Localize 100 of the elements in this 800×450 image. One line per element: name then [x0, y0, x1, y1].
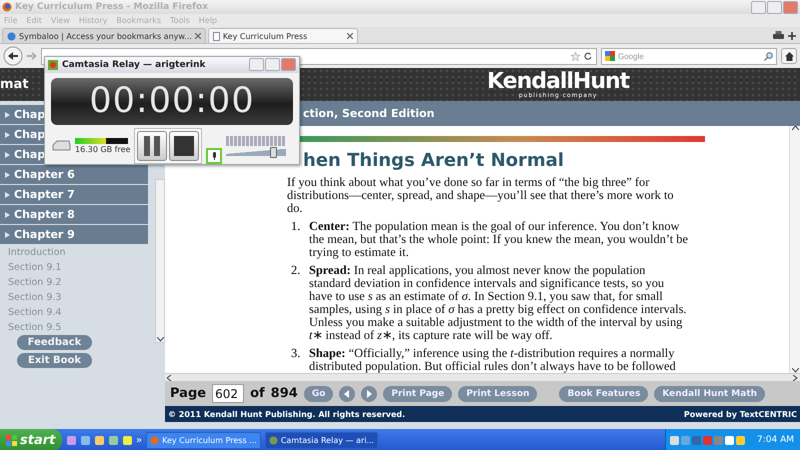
section-heading: hen Things Aren’t Normal	[303, 150, 565, 172]
scrollbar[interactable]	[155, 179, 165, 343]
menu-item[interactable]: File	[4, 16, 18, 25]
next-button[interactable]	[361, 386, 378, 402]
triangle-icon	[5, 112, 10, 118]
nav-button[interactable]: Kendall Hunt Math	[654, 386, 766, 402]
section-link[interactable]: Section 9.3	[0, 290, 155, 305]
disk-free-text: 16.30 GB free	[75, 145, 130, 154]
chapter-item[interactable]: Chapter 6	[0, 165, 148, 184]
print-button[interactable]: Print Lesson	[458, 386, 538, 402]
triangle-icon	[5, 132, 10, 138]
windows-logo-icon	[6, 434, 17, 446]
pause-icon	[144, 136, 160, 156]
browser-tab[interactable]: Key Curriculum Press	[208, 28, 358, 43]
sidebar-button[interactable]: Feedback	[17, 335, 92, 350]
stop-icon	[174, 136, 194, 156]
app-icon	[48, 60, 58, 70]
forward-icon[interactable]	[27, 51, 37, 61]
triangle-icon	[5, 192, 10, 198]
printer-icon[interactable]	[773, 31, 784, 41]
section-link[interactable]: Section 9.4	[0, 305, 155, 320]
drive-icon	[51, 140, 71, 152]
section-link[interactable]: Section 9.5	[0, 320, 155, 335]
list-paragraph: Center: The population mean is the goal of our inference. You don’t know the mean, but that’s the whole point: If you knew the mean, you wouldn’t be trying to estimate it.	[309, 220, 689, 259]
taskbar-button[interactable]: Camtasia Relay — ari...	[264, 432, 378, 448]
chapter-item[interactable]: Chapter 7	[0, 185, 148, 204]
minimize-button[interactable]	[751, 0, 766, 14]
quick-launch-icon[interactable]	[80, 434, 91, 446]
close-icon[interactable]	[346, 33, 353, 39]
page-label: Page	[170, 386, 206, 402]
close-button[interactable]	[783, 0, 798, 14]
menu-item[interactable]: Bookmarks	[116, 16, 162, 25]
quick-launch-icon[interactable]	[108, 434, 119, 446]
chapter-item[interactable]: Chapter 8	[0, 205, 148, 224]
search-icon[interactable]	[764, 52, 773, 60]
volume-slider[interactable]	[226, 149, 286, 156]
section-link[interactable]: Introduction	[0, 245, 155, 260]
section-link[interactable]: Section 9.1	[0, 260, 155, 275]
chapter-item[interactable]: Chapter 9	[0, 225, 148, 244]
page-total: 894	[270, 386, 298, 402]
back-icon[interactable]	[3, 46, 23, 66]
star-icon[interactable]	[571, 52, 580, 60]
page-field[interactable]: 602	[212, 384, 244, 404]
close-button[interactable]	[281, 58, 296, 72]
quick-launch-icon[interactable]	[94, 434, 105, 446]
stop-button[interactable]	[169, 131, 200, 161]
more-icons-button[interactable]: »	[136, 434, 142, 446]
menu-item[interactable]: History	[78, 16, 108, 25]
browser-tab[interactable]: Symbaloo | Access your bookmarks anyw...	[2, 28, 206, 43]
window-title: Key Curriculum Press - Mozilla Firefox	[15, 2, 210, 12]
clock: 7:04 AM	[757, 435, 795, 445]
maximize-button[interactable]	[265, 58, 280, 72]
menu-item[interactable]: Help	[198, 16, 218, 25]
go-button[interactable]: Go	[304, 386, 334, 402]
quick-launch-icon[interactable]	[122, 434, 133, 446]
maximize-button[interactable]	[767, 0, 782, 14]
copyright-text: © 2011 Kendall Hunt Publishing. All rights reserved.	[168, 410, 406, 419]
globe-icon	[7, 32, 16, 40]
home-button[interactable]	[781, 48, 797, 64]
plus-icon[interactable]	[788, 32, 796, 40]
disk-meter	[75, 138, 128, 144]
menu-item[interactable]: Tools	[170, 16, 190, 25]
app-icon	[150, 436, 160, 444]
site-title: mat	[0, 77, 30, 92]
list-number: 3.	[290, 346, 302, 362]
close-icon[interactable]	[194, 33, 201, 39]
powered-by-text: Powered by TextCENTRIC	[684, 410, 797, 419]
microphone-icon	[212, 152, 217, 160]
search-box[interactable]: Google	[601, 48, 777, 64]
start-button[interactable]: start	[0, 429, 62, 450]
scrollbar[interactable]	[789, 126, 800, 374]
sidebar-button[interactable]: Exit Book	[17, 353, 92, 368]
minimize-button[interactable]	[249, 58, 264, 72]
list-number: 1.	[290, 220, 302, 235]
previous-button[interactable]	[339, 386, 356, 402]
scrollbar[interactable]	[165, 373, 800, 382]
home-icon	[784, 52, 794, 60]
microphone-button[interactable]	[206, 148, 222, 164]
section-link[interactable]: Section 9.2	[0, 275, 155, 290]
intro-paragraph: If you think about what you’ve done so far in terms of “the big three” for distributions—center, spread, and shape—you’ll see that there’s more work to do.	[287, 176, 675, 215]
list-paragraph: Shape: “Officially,” inference using the t-distribution requires a normally distributed population. But official rules don’t always have to be followed	[309, 346, 677, 373]
pause-button[interactable]	[137, 131, 168, 161]
volume-meter	[226, 136, 286, 146]
search-field[interactable]: Google	[618, 52, 761, 60]
page-icon	[212, 32, 220, 40]
print-button[interactable]: Print Page	[383, 386, 452, 402]
triangle-icon	[5, 212, 10, 218]
menu-item[interactable]: Edit	[26, 16, 42, 25]
nav-button[interactable]: Book Features	[559, 386, 648, 402]
triangle-icon	[5, 152, 10, 158]
recorder-title: Camtasia Relay — arigterink	[62, 60, 206, 70]
firefox-icon	[2, 2, 12, 12]
menu-item[interactable]: View	[50, 16, 70, 25]
app-icon	[268, 436, 278, 444]
triangle-icon	[5, 232, 10, 238]
taskbar-button[interactable]: Key Curriculum Press ...	[146, 432, 261, 448]
quick-launch-icon[interactable]	[66, 434, 77, 446]
reload-icon[interactable]	[584, 52, 592, 60]
previous-icon	[339, 386, 356, 402]
timer-display: 00:00:00	[51, 78, 293, 125]
